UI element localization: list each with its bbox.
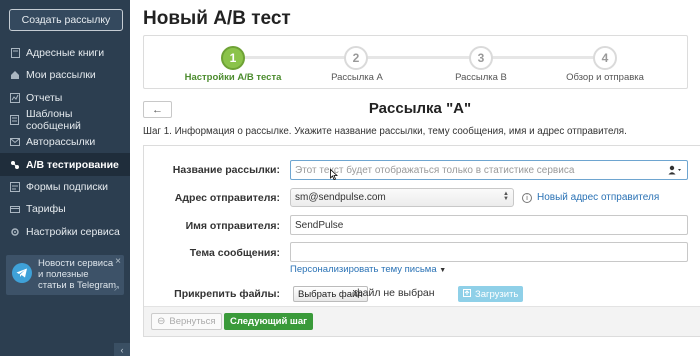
sidebar-item-templates[interactable]: Шаблоны сообщений [0, 108, 130, 133]
telegram-icon [12, 263, 32, 283]
prev-button-label: Вернуться [169, 316, 216, 327]
personalize-subject-link[interactable]: Персонализировать тему письма ▼ [290, 264, 446, 275]
step-4-circle: 4 [593, 46, 617, 70]
sidebar-item-settings[interactable]: Настройки сервиса [0, 220, 130, 242]
external-link-icon: ↗ [113, 284, 120, 293]
templates-icon [10, 115, 20, 126]
step-2-circle: 2 [344, 46, 368, 70]
sidebar-item-label: Отчеты [26, 91, 63, 104]
subject-label: Тема сообщения: [189, 247, 280, 259]
step-1-circle[interactable]: 1 [221, 46, 245, 70]
sidebar-item-address-books[interactable]: Адресные книги [0, 42, 130, 64]
file-status: файл не выбран [354, 287, 435, 299]
steps-track [233, 56, 601, 59]
telegram-promo[interactable]: Новости сервиса и полезные статьи в Tele… [6, 255, 124, 295]
sidebar-item-label: Тарифы [26, 203, 66, 216]
sidebar-item-forms[interactable]: Формы подписки [0, 176, 130, 198]
create-mailing-button[interactable]: Создать рассылку [9, 9, 123, 31]
step-2-label: Рассылка A [331, 72, 383, 83]
sidebar-item-label: Шаблоны сообщений [25, 108, 81, 133]
attach-files-label: Прикрепить файлы: [174, 288, 280, 300]
sender-name-label: Имя отправителя: [185, 220, 280, 232]
step-3-label: Рассылка B [455, 72, 507, 83]
wizard-steps: 1 2 3 4 Настройки A/B теста Рассылка A Р… [143, 35, 688, 89]
pricing-icon [10, 204, 20, 214]
sidebar-item-ab-testing[interactable]: A/B тестирование [0, 153, 130, 176]
close-icon[interactable]: × [115, 256, 121, 267]
sidebar-item-label: Мои рассылки [26, 69, 96, 82]
campaign-name-label: Название рассылки: [172, 164, 280, 176]
reports-icon [10, 92, 20, 103]
info-icon: i [522, 193, 532, 203]
upload-label: Загрузить [475, 288, 519, 300]
collapse-sidebar-button[interactable]: ‹ [114, 343, 130, 356]
book-icon [10, 48, 20, 59]
sidebar-item-autoresponders[interactable]: Авторассылки [0, 131, 130, 153]
sidebar-nav: Адресные книги Мои рассылки Отчеты Шабло… [0, 42, 130, 243]
settings-icon [10, 227, 20, 237]
new-sender-address-link[interactable]: Новый адрес отправителя [537, 192, 659, 203]
sidebar-item-label: Настройки сервиса [26, 225, 120, 238]
form-footer: ⊖ Вернуться Следующий шаг [144, 306, 700, 336]
upload-icon [463, 288, 471, 300]
mouse-cursor-icon [330, 168, 339, 183]
sender-address-label: Адрес отправителя: [174, 192, 280, 204]
ab-test-icon [10, 160, 20, 170]
forms-icon [10, 181, 20, 192]
mailings-icon [10, 70, 20, 80]
sidebar-item-label: Формы подписки [26, 180, 109, 193]
sidebar-item-my-mailings[interactable]: Мои рассылки [0, 64, 130, 86]
mailing-form: Название рассылки: Этот текст будет отоб… [143, 145, 700, 337]
select-arrows-icon: ▲ ▼ [503, 191, 509, 202]
sidebar-item-reports[interactable]: Отчеты [0, 87, 130, 109]
autoresponder-icon [10, 137, 20, 147]
prev-button[interactable]: ⊖ Вернуться [151, 313, 222, 330]
sender-name-input[interactable]: SendPulse [290, 215, 688, 235]
campaign-name-input[interactable]: Этот текст будет отображаться только в с… [290, 160, 688, 180]
personalize-subject-label: Персонализировать тему письма [290, 264, 437, 275]
step-4-label: Обзор и отправка [566, 72, 644, 83]
sidebar-item-label: Адресные книги [26, 47, 105, 60]
section-description: Шаг 1. Информация о рассылке. Укажите на… [143, 126, 627, 137]
sidebar: Создать рассылку Адресные книги Мои расс… [0, 0, 130, 356]
subject-input[interactable] [290, 242, 688, 262]
sidebar-item-pricing[interactable]: Тарифы [0, 198, 130, 220]
personalize-user-icon[interactable] [668, 165, 682, 178]
caret-down-icon: ▼ [439, 267, 447, 274]
sender-address-select[interactable]: sm@sendpulse.com ▲ ▼ [290, 188, 514, 207]
sidebar-item-label: Авторассылки [26, 136, 96, 149]
next-step-button[interactable]: Следующий шаг [224, 313, 314, 330]
back-button[interactable]: ← [143, 101, 172, 118]
sender-address-value: sm@sendpulse.com [295, 192, 386, 203]
step-3-circle: 3 [469, 46, 493, 70]
back-circle-icon: ⊖ [157, 316, 166, 327]
section-title: Рассылка "A" [368, 100, 472, 117]
page-title: Новый A/B тест [143, 8, 291, 29]
upload-button[interactable]: Загрузить [458, 286, 524, 302]
telegram-promo-text: Новости сервиса и полезные статьи в Tele… [38, 258, 117, 291]
step-1-label: Настройки A/B теста [184, 72, 282, 83]
sidebar-item-label: A/B тестирование [26, 158, 119, 171]
